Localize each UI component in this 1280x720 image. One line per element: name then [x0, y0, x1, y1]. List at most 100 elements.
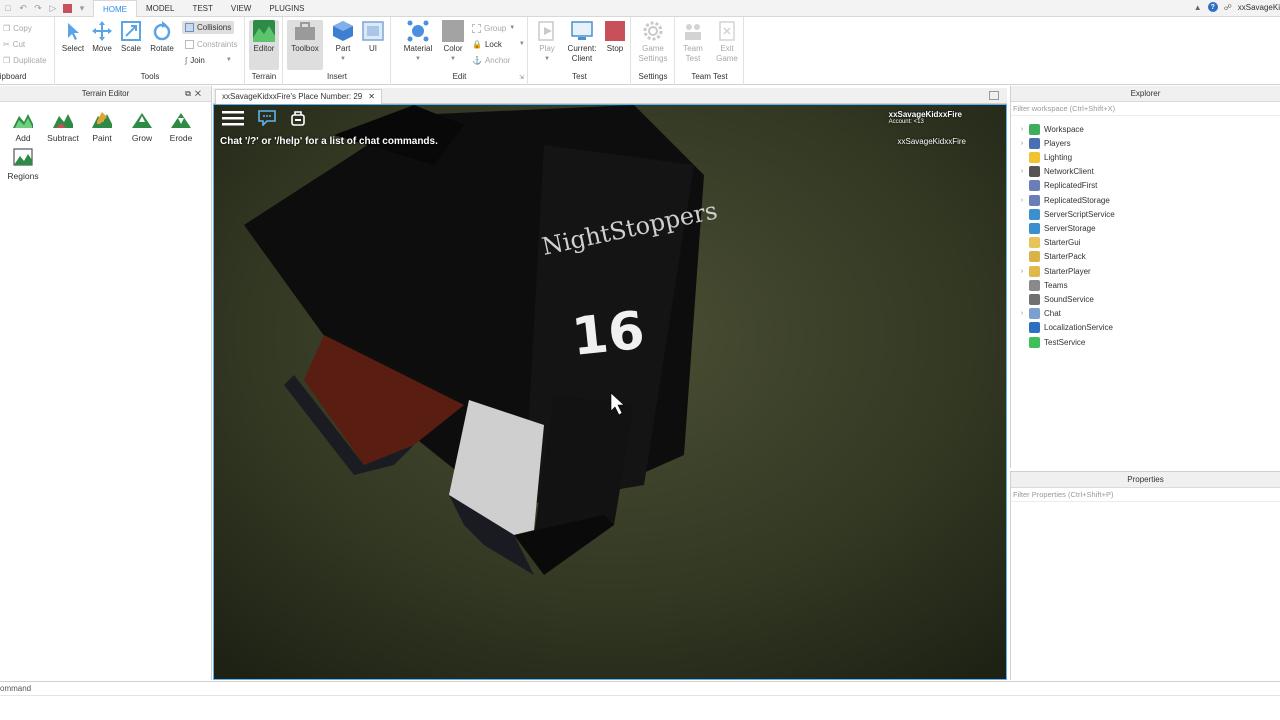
explorer-item-label: ReplicatedStorage — [1044, 195, 1110, 205]
explorer-item-networkclient[interactable]: › NetworkClient — [1017, 165, 1094, 179]
explorer-item-serverstorage[interactable]: ServerStorage — [1017, 221, 1096, 235]
constraints-toggle[interactable]: Constraints — [185, 38, 237, 50]
restore-viewport-icon[interactable] — [989, 91, 999, 100]
backpack-icon[interactable] — [290, 110, 306, 126]
tab-view[interactable]: VIEW — [222, 0, 260, 17]
lock-dropdown-icon[interactable]: ▼ — [519, 41, 525, 47]
game-scene[interactable]: NightStoppers 16 — [214, 105, 1007, 680]
stop-icon — [604, 20, 626, 42]
chat-icon[interactable] — [258, 110, 276, 126]
explorer-item-soundservice[interactable]: SoundService — [1017, 292, 1094, 306]
rotate-button[interactable]: Rotate — [147, 20, 177, 54]
place-document-tab[interactable]: xxSavageKidxxFire's Place Number: 29 ✕ — [215, 89, 382, 104]
expand-arrow-icon[interactable]: › — [1017, 310, 1027, 317]
tab-plugins[interactable]: PLUGINS — [260, 0, 313, 17]
group-button[interactable]: Group ▼ — [472, 22, 515, 34]
play-quick-icon[interactable]: ▷ — [47, 2, 59, 14]
explorer-item-serverscriptservice[interactable]: ServerScriptService — [1017, 207, 1115, 221]
menu-icon[interactable] — [222, 110, 244, 126]
explorer-item-startergui[interactable]: StarterGui — [1017, 236, 1080, 250]
close-icon[interactable]: ✕ — [195, 89, 205, 98]
play-dropdown-icon[interactable]: ▼ — [532, 54, 562, 64]
close-tab-icon[interactable]: ✕ — [368, 90, 375, 104]
team-test-button[interactable]: Team Test — [678, 20, 708, 64]
game-viewport[interactable]: NightStoppers 16 Chat '/?' or '/help' fo… — [213, 104, 1007, 680]
terrain-paint-tool[interactable]: Paint — [82, 110, 122, 143]
menu-tabs: HOME MODEL TEST VIEW PLUGINS — [93, 0, 313, 18]
terrain-erode-tool[interactable]: Erode — [161, 110, 201, 143]
color-button[interactable]: Color ▼ — [438, 20, 468, 64]
explorer-filter-input[interactable]: Filter workspace (Ctrl+Shift+X) — [1011, 102, 1280, 116]
edit-group-label: Edit — [452, 72, 467, 81]
terrain-grow-icon — [132, 113, 152, 128]
explorer-item-chat[interactable]: › Chat — [1017, 307, 1061, 321]
material-dropdown-icon[interactable]: ▼ — [401, 54, 435, 64]
file-icon[interactable]: □ — [2, 2, 14, 14]
select-button[interactable]: Select — [58, 20, 88, 54]
explorer-item-teams[interactable]: Teams — [1017, 278, 1068, 292]
player-list-entry[interactable]: xxSavageKidxxFire — [898, 137, 966, 146]
settings-group-label: Settings — [638, 72, 668, 81]
tab-model[interactable]: MODEL — [137, 0, 183, 17]
duplicate-button[interactable]: ❐ Duplicate — [3, 54, 47, 66]
part-dropdown-icon[interactable]: ▼ — [328, 54, 358, 64]
help-icon[interactable]: ? — [1207, 2, 1218, 12]
tab-home[interactable]: HOME — [93, 0, 137, 18]
move-button[interactable]: Move — [87, 20, 117, 54]
edit-group-expand-icon[interactable]: ⇲ — [519, 74, 524, 81]
share-icon[interactable]: ☍ — [1223, 2, 1233, 12]
terrain-editor-button[interactable]: Editor — [249, 20, 279, 70]
command-bar[interactable]: ommand — [0, 681, 1280, 696]
explorer-item-replicatedstorage[interactable]: › ReplicatedStorage — [1017, 193, 1110, 207]
play-button[interactable]: Play ▼ — [532, 20, 562, 64]
customize-qat-icon[interactable]: ▾ — [76, 2, 88, 14]
player-card-name: xxSavageKidxxFire — [888, 110, 962, 119]
collapse-ribbon-icon[interactable]: ▲ — [1193, 2, 1203, 12]
terrain-paint-icon — [92, 112, 112, 128]
color-dropdown-icon[interactable]: ▼ — [438, 54, 468, 64]
group-dropdown-icon[interactable]: ▼ — [509, 25, 515, 31]
join-dropdown-icon[interactable]: ▼ — [226, 57, 232, 63]
terrain-subtract-tool[interactable]: Subtract — [43, 110, 83, 143]
username-label[interactable]: xxSavageKi — [1238, 3, 1280, 12]
copy-button[interactable]: ❐ Copy — [3, 22, 32, 34]
expand-arrow-icon[interactable]: › — [1017, 168, 1027, 175]
terrain-add-icon — [13, 114, 33, 128]
explorer-item-localizationservice[interactable]: LocalizationService — [1017, 321, 1113, 335]
terrain-add-tool[interactable]: Add — [3, 110, 43, 143]
stop-quick-icon[interactable] — [63, 3, 72, 13]
lock-button[interactable]: 🔒 Lock ▼ — [472, 38, 525, 50]
explorer-item-workspace[interactable]: › Workspace — [1017, 122, 1084, 136]
explorer-item-lighting[interactable]: Lighting — [1017, 150, 1072, 164]
explorer-item-replicatedfirst[interactable]: ReplicatedFirst — [1017, 179, 1097, 193]
undock-icon[interactable]: ⧉ — [185, 89, 195, 98]
scale-button[interactable]: Scale — [116, 20, 146, 54]
expand-arrow-icon[interactable]: › — [1017, 140, 1027, 147]
stop-button[interactable]: Stop — [600, 20, 630, 54]
undo-icon[interactable]: ↶ — [17, 2, 29, 14]
explorer-item-testservice[interactable]: TestService — [1017, 335, 1085, 349]
material-button[interactable]: Material ▼ — [401, 20, 435, 64]
ui-button[interactable]: UI — [358, 20, 388, 54]
redo-icon[interactable]: ↷ — [32, 2, 44, 14]
current-client-button[interactable]: Current: Client — [564, 20, 600, 64]
anchor-button[interactable]: ⚓ Anchor — [472, 54, 510, 66]
collisions-toggle[interactable]: Collisions — [182, 21, 235, 34]
tab-test[interactable]: TEST — [183, 0, 221, 17]
explorer-item-starterplayer[interactable]: › StarterPlayer — [1017, 264, 1091, 278]
join-toggle[interactable]: ∫ Join ▼ — [185, 54, 232, 66]
explorer-item-players[interactable]: › Players — [1017, 136, 1071, 150]
expand-arrow-icon[interactable]: › — [1017, 268, 1027, 275]
explorer-item-starterpack[interactable]: StarterPack — [1017, 250, 1086, 264]
cut-button[interactable]: ✂ Cut — [3, 38, 25, 50]
toolbox-button[interactable]: Toolbox — [287, 20, 323, 70]
terrain-grow-tool[interactable]: Grow — [122, 110, 162, 143]
part-button[interactable]: Part ▼ — [328, 20, 358, 64]
terrain-regions-tool[interactable]: Regions — [3, 148, 43, 181]
expand-arrow-icon[interactable]: › — [1017, 197, 1027, 204]
exit-game-button[interactable]: Exit Game — [712, 20, 742, 64]
player-card[interactable]: xxSavageKidxxFire Account: <13 — [889, 110, 962, 125]
game-settings-button[interactable]: Game Settings — [638, 20, 668, 64]
expand-arrow-icon[interactable]: › — [1017, 126, 1027, 133]
properties-filter-input[interactable]: Filter Properties (Ctrl+Shift+P) — [1011, 488, 1280, 502]
